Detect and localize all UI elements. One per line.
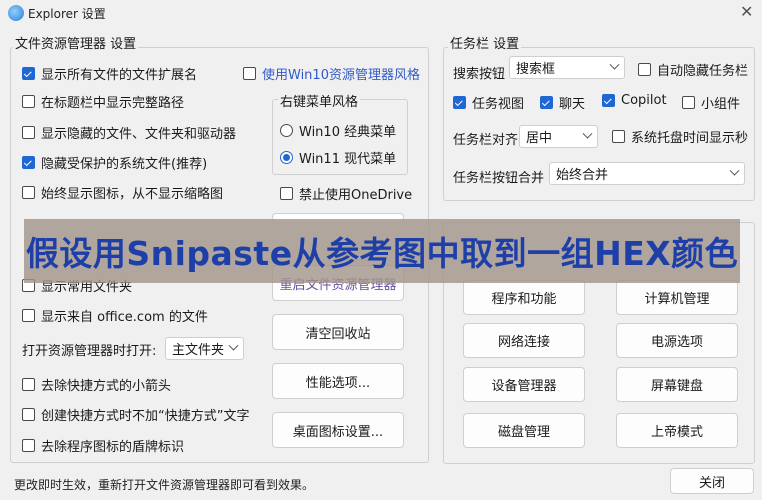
shortcut-button-network[interactable]: 网络连接	[463, 323, 585, 358]
taskbar-align-value: 居中	[526, 131, 553, 146]
overlay-banner: 假设用Snipaste从参考图中取到一组HEX颜色	[24, 219, 740, 283]
taskbar-align-select[interactable]: 居中	[519, 125, 598, 148]
checkbox-label: 聊天	[559, 97, 586, 112]
open-at-value: 主文件夹	[172, 343, 225, 358]
checkbox-copilot[interactable]: Copilot	[602, 93, 667, 108]
checkbox-icon[interactable]	[22, 67, 35, 80]
radio-label: Win11 现代菜单	[299, 152, 397, 167]
overlay-text: 假设用Snipaste从参考图中取到一组HEX颜色	[25, 234, 739, 273]
checkbox-icon[interactable]	[22, 309, 35, 322]
close-button[interactable]: 关闭	[670, 468, 754, 494]
checkbox-label: 隐藏受保护的系统文件(推荐)	[41, 157, 208, 172]
checkbox-label: Copilot	[621, 93, 667, 108]
checkbox-remove-arrow[interactable]: 去除快捷方式的小箭头	[22, 375, 171, 394]
search-button-label: 搜索按钮	[453, 67, 506, 82]
radio-icon[interactable]	[280, 151, 293, 164]
search-button-select[interactable]: 搜索框	[509, 56, 625, 79]
checkbox-label: 小组件	[701, 97, 741, 112]
checkbox-icon[interactable]	[612, 130, 625, 143]
checkbox-icon[interactable]	[243, 67, 256, 80]
open-at-row: 打开资源管理器时打开:	[22, 340, 156, 359]
desktop-icons-button[interactable]: 桌面图标设置...	[272, 412, 404, 448]
chevron-down-icon	[729, 165, 740, 176]
shortcut-button-disk-management[interactable]: 磁盘管理	[463, 413, 585, 448]
checkbox-widgets[interactable]: 小组件	[682, 93, 740, 112]
checkbox-icon[interactable]	[22, 126, 35, 139]
checkbox-task-view[interactable]: 任务视图	[453, 93, 524, 112]
performance-options-button[interactable]: 性能选项...	[272, 363, 404, 399]
chevron-down-icon	[609, 59, 620, 70]
checkbox-label: 自动隐藏任务栏	[657, 64, 749, 79]
radio-icon[interactable]	[280, 124, 293, 137]
shortcut-button-onscreen-keyboard[interactable]: 屏幕键盘	[616, 367, 738, 402]
taskbar-merge-value: 始终合并	[556, 168, 609, 183]
checkbox-icon[interactable]	[602, 94, 615, 107]
empty-recycle-bin-button[interactable]: 清空回收站	[272, 314, 404, 350]
window-close-icon[interactable]: ✕	[740, 2, 753, 21]
checkbox-label: 显示隐藏的文件、文件夹和驱动器	[41, 127, 237, 142]
checkbox-icon[interactable]	[453, 96, 466, 109]
checkbox-icon[interactable]	[22, 156, 35, 169]
checkbox-label: 去除程序图标的盾牌标识	[41, 440, 185, 455]
checkbox-tray-seconds[interactable]: 系统托盘时间显示秒	[612, 127, 748, 146]
window-title: Explorer 设置	[28, 7, 106, 21]
checkbox-win10-style[interactable]: 使用Win10资源管理器风格	[243, 64, 420, 83]
checkbox-icons-only[interactable]: 始终显示图标，从不显示缩略图	[22, 183, 223, 202]
checkbox-hide-protected[interactable]: 隐藏受保护的系统文件(推荐)	[22, 153, 207, 172]
checkbox-label: 系统托盘时间显示秒	[631, 131, 749, 146]
chevron-down-icon	[228, 340, 239, 351]
open-at-select[interactable]: 主文件夹	[165, 337, 244, 360]
checkbox-disable-onedrive[interactable]: 禁止使用OneDrive	[280, 184, 412, 203]
checkbox-icon[interactable]	[280, 187, 293, 200]
checkbox-no-shortcut-text[interactable]: 创建快捷方式时不加“快捷方式”文字	[22, 405, 249, 424]
shortcut-button-computer-management[interactable]: 计算机管理	[616, 280, 738, 315]
shortcut-button-device-manager[interactable]: 设备管理器	[463, 367, 585, 402]
taskbar-merge-label: 任务栏按钮合并	[453, 171, 545, 186]
title-bar	[0, 0, 762, 26]
checkbox-label: 去除快捷方式的小箭头	[41, 379, 172, 394]
checkbox-remove-shield[interactable]: 去除程序图标的盾牌标识	[22, 436, 184, 455]
chevron-down-icon	[582, 128, 593, 139]
shortcut-button-power[interactable]: 电源选项	[616, 323, 738, 358]
checkbox-icon[interactable]	[22, 95, 35, 108]
checkbox-label: 禁止使用OneDrive	[299, 188, 413, 203]
checkbox-autohide-taskbar[interactable]: 自动隐藏任务栏	[638, 60, 748, 79]
checkbox-label: 在标题栏中显示完整路径	[41, 96, 185, 111]
checkbox-show-hidden[interactable]: 显示隐藏的文件、文件夹和驱动器	[22, 123, 236, 142]
radio-win11-menu[interactable]: Win11 现代菜单	[280, 148, 396, 167]
checkbox-label: 使用Win10资源管理器风格	[262, 68, 420, 83]
app-icon	[8, 5, 24, 21]
checkbox-icon[interactable]	[638, 63, 651, 76]
open-at-label: 打开资源管理器时打开:	[22, 344, 157, 359]
checkbox-icon[interactable]	[22, 378, 35, 391]
checkbox-icon[interactable]	[682, 96, 695, 109]
footer-hint: 更改即时生效，重新打开文件资源管理器即可看到效果。	[14, 478, 315, 492]
radio-label: Win10 经典菜单	[299, 125, 397, 140]
radio-win10-menu[interactable]: Win10 经典菜单	[280, 121, 396, 140]
explorer-group-title: 文件资源管理器 设置	[13, 33, 139, 52]
search-button-value: 搜索框	[516, 62, 556, 77]
checkbox-label: 显示所有文件的文件扩展名	[41, 68, 198, 83]
checkbox-label: 显示来自 office.com 的文件	[41, 310, 208, 325]
taskbar-align-label: 任务栏对齐	[453, 133, 519, 148]
checkbox-icon[interactable]	[540, 96, 553, 109]
checkbox-office-files[interactable]: 显示来自 office.com 的文件	[22, 306, 208, 325]
checkbox-label: 任务视图	[472, 97, 525, 112]
checkbox-icon[interactable]	[22, 186, 35, 199]
shortcut-button-programs[interactable]: 程序和功能	[463, 280, 585, 315]
checkbox-icon[interactable]	[22, 408, 35, 421]
checkbox-label: 创建快捷方式时不加“快捷方式”文字	[41, 409, 250, 424]
checkbox-icon[interactable]	[22, 439, 35, 452]
checkbox-label: 始终显示图标，从不显示缩略图	[41, 187, 224, 202]
checkbox-show-extensions[interactable]: 显示所有文件的文件扩展名	[22, 64, 197, 83]
taskbar-group-title: 任务栏 设置	[448, 33, 522, 52]
checkbox-full-path[interactable]: 在标题栏中显示完整路径	[22, 92, 184, 111]
context-menu-title: 右键菜单风格	[278, 91, 361, 110]
shortcut-button-god-mode[interactable]: 上帝模式	[616, 413, 738, 448]
checkbox-chat[interactable]: 聊天	[540, 93, 585, 112]
taskbar-merge-select[interactable]: 始终合并	[549, 162, 745, 185]
